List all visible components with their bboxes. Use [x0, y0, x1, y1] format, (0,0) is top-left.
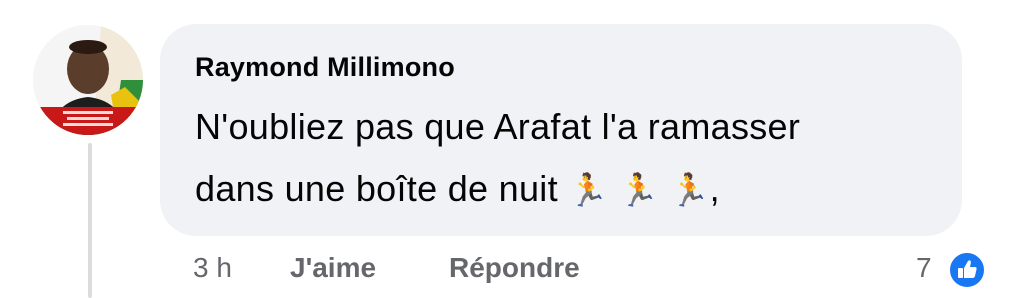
comment-text-line-1: N'oubliez pas que Arafat l'a ramasser [195, 106, 801, 147]
trailing-punctuation: , [709, 168, 720, 209]
thumbs-up-icon[interactable] [947, 250, 987, 290]
comment-text-line-2: dans une boîte de nuit 🏃 🏃 🏃, [195, 158, 955, 221]
thumbs-up-glyph [958, 260, 977, 278]
timestamp[interactable]: 3 h [193, 252, 232, 284]
comment-text: N'oubliez pas que Arafat l'a ramasser da… [195, 96, 955, 221]
comment: Raymond Millimono N'oubliez pas que Araf… [0, 0, 1024, 298]
author-name[interactable]: Raymond Millimono [195, 52, 455, 83]
runner-emoji: 🏃 🏃 🏃 [568, 171, 710, 209]
avatar[interactable] [33, 25, 143, 135]
comment-text-line-2-text: dans une boîte de nuit [195, 168, 558, 209]
avatar-image [33, 25, 143, 135]
reaction-count[interactable]: 7 [916, 252, 932, 284]
reply-button[interactable]: Répondre [449, 252, 580, 284]
like-button[interactable]: J'aime [290, 252, 376, 284]
comment-actions: 3 h J'aime Répondre 7 [0, 248, 1024, 292]
comment-bubble: Raymond Millimono N'oubliez pas que Araf… [160, 24, 962, 236]
